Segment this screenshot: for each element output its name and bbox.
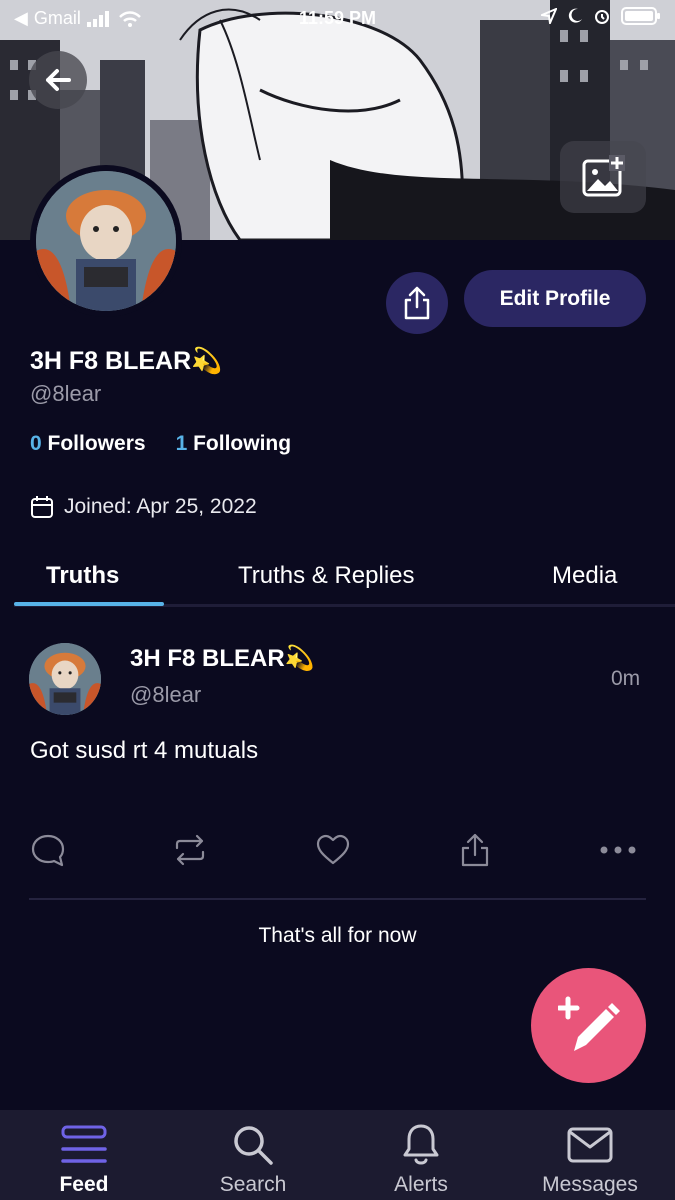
location-icon — [541, 8, 557, 24]
reply-button[interactable] — [26, 828, 70, 872]
heart-icon — [316, 834, 350, 865]
share-icon — [404, 286, 430, 320]
more-options-button[interactable] — [596, 828, 640, 872]
nav-search[interactable]: Search — [188, 1110, 318, 1200]
post-avatar-image — [29, 643, 101, 715]
like-button[interactable] — [311, 828, 355, 872]
profile-avatar[interactable] — [30, 165, 182, 317]
following-label: Following — [193, 432, 292, 455]
avatar-image — [36, 171, 176, 311]
nav-messages[interactable]: Messages — [525, 1110, 655, 1200]
joined-date-row: Joined: Apr 25, 2022 — [30, 495, 257, 519]
followers-label: Followers — [47, 432, 146, 455]
following-count: 1 — [175, 432, 188, 455]
retruth-button[interactable] — [168, 828, 212, 872]
post-author-avatar[interactable] — [29, 643, 101, 715]
arrow-left-icon — [46, 69, 71, 91]
nav-feed-label: Feed — [59, 1173, 109, 1196]
post-body: Got susd rt 4 mutuals — [30, 737, 259, 764]
joined-date: Joined: Apr 25, 2022 — [64, 495, 257, 518]
post-timestamp: 0m — [611, 667, 641, 690]
back-button[interactable] — [29, 51, 87, 109]
followers-link[interactable]: 0 Followers — [30, 432, 146, 456]
post-divider — [29, 898, 646, 900]
nav-feed[interactable]: Feed — [19, 1110, 149, 1200]
compose-button[interactable] — [531, 968, 646, 1083]
nav-alerts[interactable]: Alerts — [356, 1110, 486, 1200]
repost-icon — [175, 834, 205, 866]
comment-icon — [31, 834, 65, 867]
followers-count: 0 — [30, 432, 42, 455]
calendar-icon — [31, 496, 53, 518]
moon-icon — [568, 8, 582, 23]
bell-icon — [403, 1124, 439, 1165]
search-icon — [234, 1126, 273, 1165]
post-author-name[interactable]: 3H F8 BLEAR💫 — [130, 644, 315, 673]
tab-media[interactable]: Media — [552, 562, 617, 590]
nav-messages-label: Messages — [542, 1173, 638, 1196]
feed-icon — [61, 1125, 107, 1163]
active-tab-indicator — [14, 602, 164, 606]
post-author-handle: @8lear — [130, 682, 202, 707]
nav-alerts-label: Alerts — [394, 1173, 448, 1196]
profile-tabs: Truths Truths & Replies Media — [0, 556, 675, 606]
add-image-icon — [582, 155, 625, 197]
status-bar: ◀ Gmail 11:59 PM — [0, 0, 675, 38]
post-actions — [0, 828, 675, 872]
following-link[interactable]: 1 Following — [176, 432, 292, 456]
tab-truths[interactable]: Truths — [46, 562, 119, 590]
follow-stats: 0 Followers 1 Following — [30, 432, 291, 456]
end-of-feed-text: That's all for now — [258, 924, 417, 947]
compose-pencil-icon — [557, 996, 620, 1051]
mail-icon — [567, 1127, 613, 1163]
tab-truths-and-replies[interactable]: Truths & Replies — [238, 562, 415, 590]
change-banner-button[interactable] — [560, 141, 646, 213]
bottom-navigation: Feed Search Alerts Messages — [0, 1110, 675, 1200]
battery-icon — [621, 7, 660, 25]
nav-search-label: Search — [219, 1173, 287, 1196]
more-dots-icon — [600, 846, 636, 854]
username-handle: @8lear — [30, 381, 102, 406]
share-profile-button[interactable] — [386, 272, 448, 334]
alarm-icon — [595, 10, 609, 24]
edit-profile-button[interactable]: Edit Profile — [464, 270, 646, 327]
share-post-button[interactable] — [453, 828, 497, 872]
display-name: 3H F8 BLEAR💫 — [30, 347, 223, 375]
share-icon — [461, 833, 489, 867]
